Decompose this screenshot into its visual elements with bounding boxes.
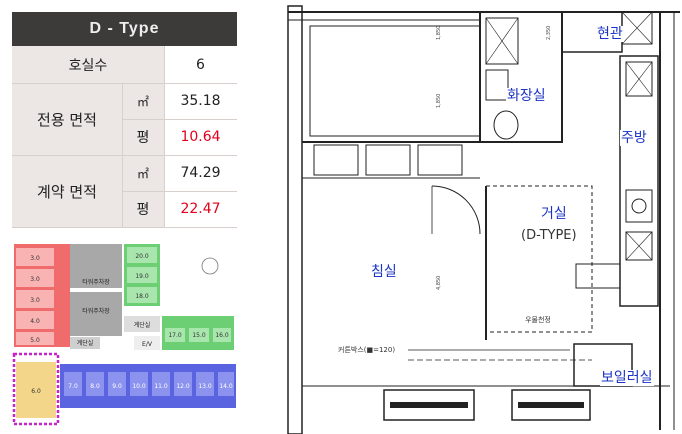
toilet — [493, 110, 519, 140]
tower-parking-label: 타워주차장 — [82, 278, 110, 286]
green-unit-number: 16.0 — [215, 332, 229, 339]
table-divider — [12, 227, 237, 228]
wall-left — [287, 5, 303, 434]
dimension-label: 1,850 — [436, 26, 442, 40]
stairs-label: 계단실 — [77, 339, 94, 347]
green-unit-number: 19.0 — [135, 273, 149, 280]
room-label-entrance: 현관 — [596, 26, 624, 42]
units-label: 호실수 — [12, 46, 164, 83]
contract-area-label: 계약 면적 — [12, 155, 122, 227]
green-unit-number: 15.0 — [192, 332, 206, 339]
table-divider — [122, 119, 237, 120]
exclusive-m2-unit: ㎡ — [122, 83, 164, 119]
window — [417, 144, 463, 176]
closet-area — [309, 25, 481, 137]
sink-drain — [631, 198, 647, 214]
blue-unit-number: 11.0 — [154, 383, 168, 390]
kitchen-sink — [625, 189, 653, 223]
bedroom-door-swing — [431, 185, 481, 235]
exclusive-area-label: 전용 면적 — [12, 83, 122, 155]
curtain-box-annotation: 커튼박스(■=120) — [338, 345, 395, 354]
site-key-plan: 3.0 3.0 3.0 4.0 5.0 타워주차장 타워주차장 계단실 20.0… — [12, 240, 240, 426]
blue-unit-number: 9.0 — [112, 383, 122, 390]
room-label-bathroom: 화장실 — [506, 88, 547, 104]
blue-unit-number: 8.0 — [90, 383, 100, 390]
sink — [485, 69, 509, 101]
dimension-label: 2,350 — [546, 26, 552, 40]
window — [365, 144, 411, 176]
table-divider — [122, 83, 123, 227]
living-ceiling-outline — [485, 185, 593, 333]
green-unit-number: 17.0 — [168, 332, 182, 339]
blue-unit-number: 10.0 — [132, 383, 146, 390]
room-label-living: 거실 — [540, 206, 568, 222]
contract-py-value: 22.47 — [164, 191, 237, 227]
table-divider — [164, 46, 165, 227]
window-sill — [518, 402, 584, 408]
living-type-label: (D-TYPE) — [520, 228, 578, 244]
table-divider — [122, 191, 237, 192]
exclusive-py-value: 10.64 — [164, 119, 237, 155]
room-label-boiler: 보일러실 — [600, 370, 654, 386]
floor-plan: 1,850 1,850 4,850 2,350 우물천정 커튼박스(■=120) — [287, 5, 680, 434]
blue-unit-number: 14.0 — [219, 383, 233, 390]
contract-py-unit: 평 — [122, 191, 164, 227]
tower-parking-label: 타워주차장 — [82, 307, 110, 315]
contract-m2-value: 74.29 — [164, 155, 237, 191]
contract-m2-unit: ㎡ — [122, 155, 164, 191]
elevator-label: E/V — [142, 341, 153, 348]
red-unit-number: 3.0 — [30, 255, 40, 262]
spec-title: D - Type — [12, 12, 237, 46]
blue-unit-number: 7.0 — [68, 383, 78, 390]
exclusive-py-unit: 평 — [122, 119, 164, 155]
window — [313, 144, 359, 176]
window-sill — [390, 402, 468, 408]
table-divider — [12, 83, 237, 84]
ceiling-annotation: 우물천정 — [525, 315, 551, 324]
highlighted-unit-number: 6.0 — [31, 388, 41, 395]
red-unit-number: 3.0 — [30, 276, 40, 283]
room-label-kitchen: 주방 — [620, 130, 648, 146]
dining-table — [575, 263, 621, 289]
units-value: 6 — [164, 46, 237, 83]
room-label-bedroom: 침실 — [370, 264, 398, 280]
dimension-label: 1,850 — [436, 94, 442, 108]
table-divider — [12, 155, 237, 156]
red-unit-block — [14, 244, 70, 347]
exclusive-m2-value: 35.18 — [164, 83, 237, 119]
blue-unit-number: 13.0 — [198, 383, 212, 390]
red-unit-number: 5.0 — [30, 337, 40, 344]
blue-unit-number: 12.0 — [176, 383, 190, 390]
stairs-label: 계단실 — [134, 321, 151, 329]
green-unit-number: 20.0 — [135, 253, 149, 260]
dimension-label: 4,850 — [436, 276, 442, 290]
green-unit-number: 18.0 — [135, 293, 149, 300]
red-unit-number: 4.0 — [30, 318, 40, 325]
red-unit-number: 3.0 — [30, 297, 40, 304]
